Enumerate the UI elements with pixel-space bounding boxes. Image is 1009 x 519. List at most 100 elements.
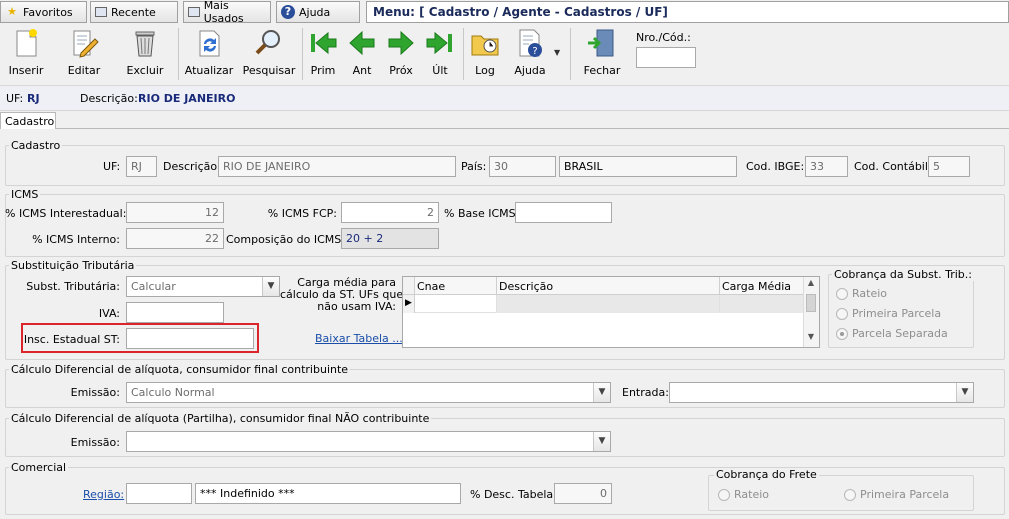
last-record-icon	[426, 31, 452, 55]
composicao-label: Composição do ICMS:	[226, 233, 345, 246]
grid-cell[interactable]	[497, 295, 720, 313]
ibge-field[interactable]: 33	[805, 156, 848, 177]
frete-radio-rateio[interactable]: Rateio	[718, 488, 769, 501]
editar-button[interactable]: Editar	[64, 26, 104, 84]
desc-tabela-field[interactable]: 0	[554, 483, 612, 504]
ult-label: Últ	[432, 64, 448, 77]
insc-estadual-label: Insc. Estadual ST:	[23, 333, 120, 346]
frete-group-title: Cobrança do Frete	[714, 468, 819, 481]
mais-usados-label: Mais Usados	[203, 0, 244, 25]
nro-label: Nro./Cód.:	[636, 31, 691, 44]
desc-tabela-label: % Desc. Tabela:	[470, 488, 557, 501]
recente-button[interactable]: Recente	[90, 1, 178, 23]
fechar-button[interactable]: Fechar	[580, 26, 624, 84]
grid-header-cnae[interactable]: Cnae	[415, 277, 497, 295]
difal-contribuinte-title: Cálculo Diferencial de alíquota, consumi…	[9, 363, 351, 376]
star-icon: ★	[7, 5, 17, 18]
uf-field[interactable]: RJ	[126, 156, 157, 177]
iva-field[interactable]	[126, 302, 224, 323]
nro-field[interactable]	[636, 47, 696, 68]
radio-circle	[844, 488, 856, 501]
previous-record-icon	[349, 30, 375, 56]
tab-cadastro[interactable]: Cadastro	[0, 112, 56, 129]
base-icms-field[interactable]	[515, 202, 612, 223]
cadastro-group-title: Cadastro	[9, 139, 63, 152]
descricao-label: Descrição:	[163, 160, 221, 173]
ajuda-button[interactable]: ? Ajuda	[508, 26, 552, 84]
emissao-value: Calculo Normal	[131, 386, 215, 399]
icms-fcp-field[interactable]: 2	[341, 202, 439, 223]
toolbar-separator	[463, 28, 464, 80]
radio-primeira-label: Primeira Parcela	[852, 307, 942, 320]
radio-rateio[interactable]: Rateio	[836, 287, 887, 300]
mais-usados-button[interactable]: Mais Usados	[183, 0, 271, 25]
grid-corner	[403, 277, 415, 295]
chevron-down-icon[interactable]: ▼	[956, 383, 973, 402]
excluir-label: Excluir	[126, 64, 164, 77]
icms-group-title: ICMS	[9, 188, 41, 201]
contabil-field[interactable]: 5	[928, 156, 970, 177]
grid-cell[interactable]	[720, 295, 803, 313]
radio-primeira-parcela[interactable]: Primeira Parcela	[836, 307, 941, 320]
descricao-field[interactable]: RIO DE JANEIRO	[218, 156, 456, 177]
frete-rateio-label: Rateio	[734, 488, 770, 501]
ult-button[interactable]: Últ	[422, 26, 458, 84]
ajuda-label: Ajuda	[514, 64, 546, 77]
baixar-tabela-link[interactable]: Baixar Tabela ...	[315, 332, 403, 345]
grid-header-carga[interactable]: Carga Média	[720, 277, 803, 295]
info-desc-value: RIO DE JANEIRO	[138, 92, 236, 105]
difal-nao-contribuinte-title: Cálculo Diferencial de alíquota (Partilh…	[9, 412, 432, 425]
chevron-down-icon[interactable]: ▼	[554, 48, 560, 57]
entrada-select[interactable]: ▼	[669, 382, 974, 403]
chevron-down-icon[interactable]: ▼	[593, 383, 610, 402]
excluir-button[interactable]: Excluir	[124, 26, 166, 84]
insc-estadual-field[interactable]	[126, 328, 254, 349]
favoritos-button[interactable]: ★ Favoritos	[0, 1, 87, 23]
ajuda-top-button[interactable]: ? Ajuda	[276, 1, 360, 23]
frete-primeira-label: Primeira Parcela	[860, 488, 950, 501]
radio-parcela-separada[interactable]: Parcela Separada	[836, 327, 948, 340]
composicao-field: 20 + 2	[341, 228, 439, 249]
ant-button[interactable]: Ant	[344, 26, 380, 84]
chevron-down-icon[interactable]: ▼	[262, 277, 279, 296]
prox-button[interactable]: Próx	[383, 26, 419, 84]
atualizar-button[interactable]: Atualizar	[185, 26, 233, 84]
log-button[interactable]: Log	[467, 26, 503, 84]
entrada-label: Entrada:	[622, 386, 669, 399]
scroll-up-icon[interactable]: ▲	[804, 278, 818, 292]
icms-interestadual-field[interactable]: 12	[126, 202, 224, 223]
grid-cell[interactable]	[415, 295, 497, 313]
frete-radio-primeira[interactable]: Primeira Parcela	[844, 488, 949, 501]
next-record-icon	[388, 30, 414, 56]
regiao-code-field[interactable]	[126, 483, 192, 504]
regiao-link[interactable]: Região:	[83, 488, 124, 501]
carga-media-label: Carga média para cálculo da ST. UFs que …	[280, 277, 403, 313]
grid-header-descricao[interactable]: Descrição	[497, 277, 720, 295]
regiao-name-field: *** Indefinido ***	[195, 483, 461, 504]
scroll-thumb[interactable]	[806, 294, 816, 312]
info-uf-label: UF:	[6, 92, 24, 105]
uf-label: UF:	[103, 160, 121, 173]
scroll-down-icon[interactable]: ▼	[804, 332, 818, 346]
prim-button[interactable]: Prim	[305, 26, 341, 84]
info-uf-value: RJ	[27, 92, 40, 105]
subst-select[interactable]: Calcular ▼	[126, 276, 280, 297]
inserir-label: Inserir	[8, 64, 44, 77]
cobranca-st-title: Cobrança da Subst. Trib.:	[832, 268, 974, 281]
icms-interno-field[interactable]: 22	[126, 228, 224, 249]
pais-code-field[interactable]: 30	[489, 156, 556, 177]
exit-door-icon	[588, 29, 614, 57]
inserir-button[interactable]: Inserir	[6, 26, 46, 84]
radio-rateio-label: Rateio	[852, 287, 888, 300]
emissao2-select[interactable]: ▼	[126, 431, 611, 452]
radio-circle-selected	[836, 327, 848, 340]
emissao-select[interactable]: Calculo Normal ▼	[126, 382, 611, 403]
radio-circle	[836, 307, 848, 320]
pesquisar-button[interactable]: Pesquisar	[243, 26, 295, 84]
carga-media-label-line: não usam IVA:	[317, 300, 396, 313]
favoritos-label: Favoritos	[23, 5, 73, 19]
edit-icon	[73, 30, 99, 58]
icms-interno-label: % ICMS Interno:	[32, 233, 120, 246]
chevron-down-icon[interactable]: ▼	[593, 432, 610, 451]
help-icon: ?	[281, 5, 295, 19]
